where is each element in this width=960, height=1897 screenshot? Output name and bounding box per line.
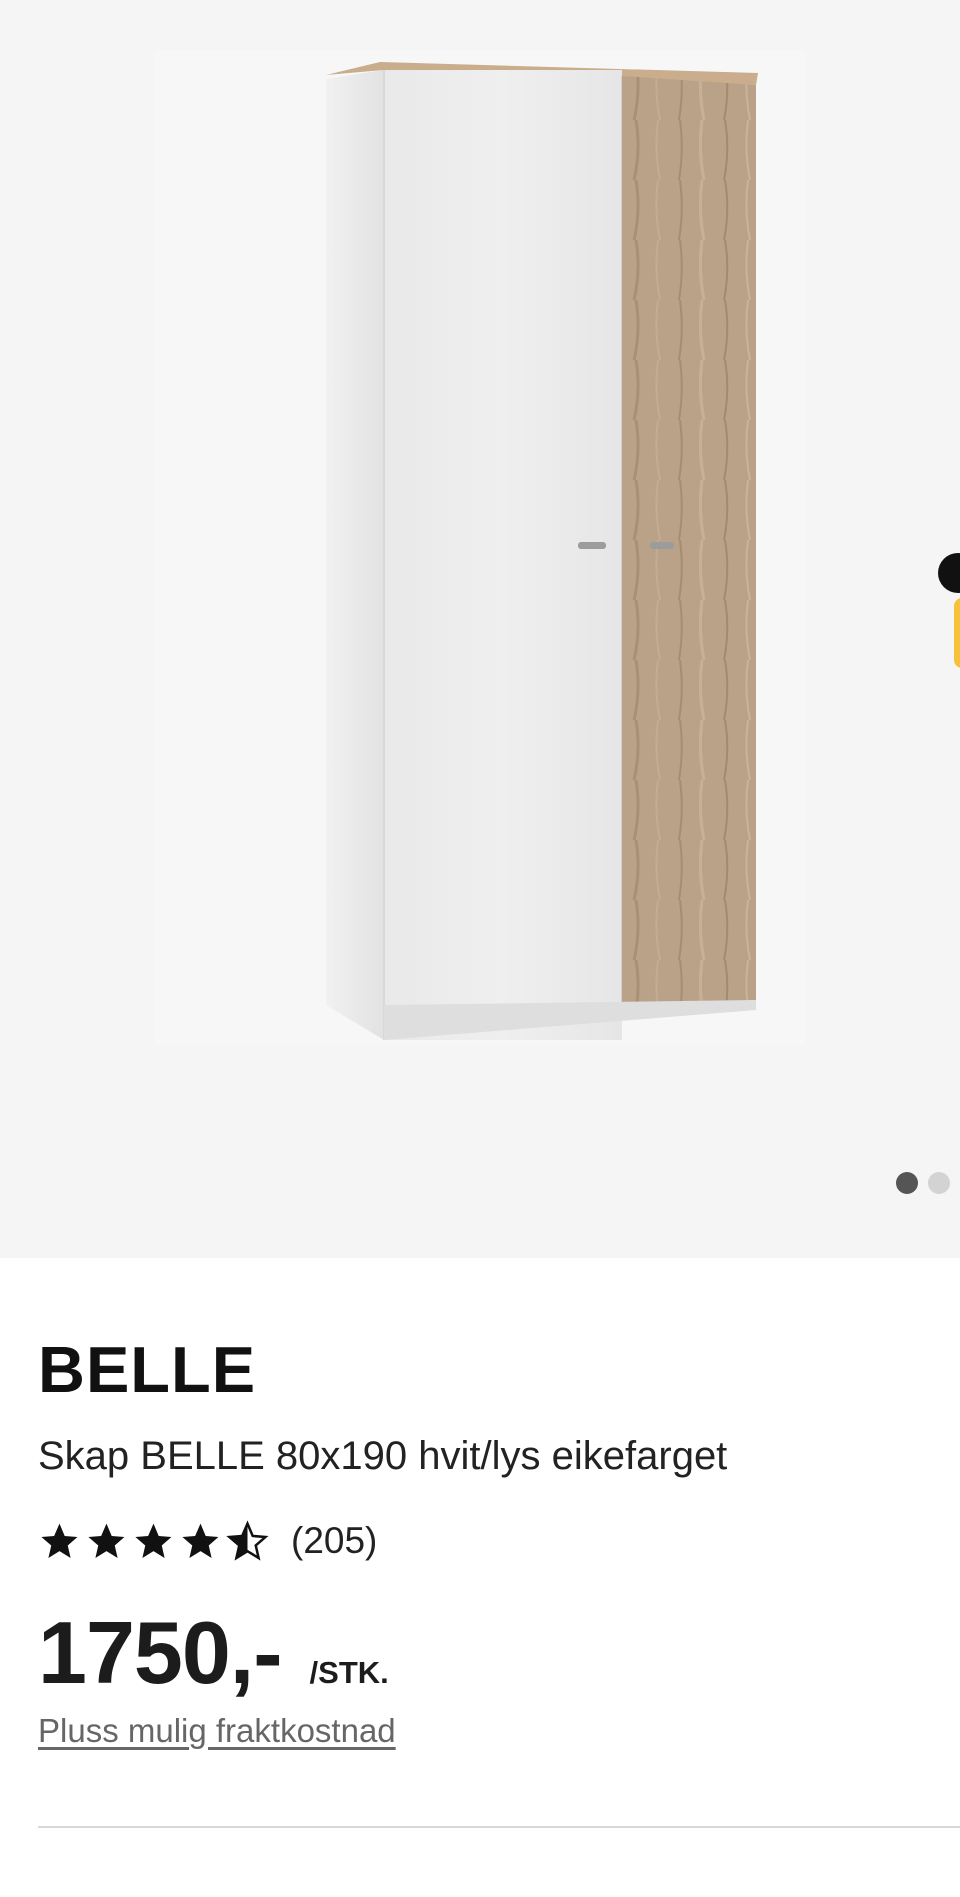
star-half-icon (226, 1519, 269, 1561)
rating-stars (38, 1519, 269, 1563)
product-image-gallery[interactable] (0, 0, 960, 1258)
product-image[interactable] (0, 0, 960, 1258)
product-price: 1750,- (38, 1603, 283, 1702)
product-rating[interactable]: (205) (38, 1516, 377, 1566)
star-full-icon (41, 1523, 78, 1558)
carousel-dot-active[interactable] (896, 1172, 918, 1194)
price-unit: /STK. (309, 1655, 389, 1690)
section-divider (38, 1826, 960, 1828)
product-brand: BELLE (38, 1333, 257, 1406)
product-title: Skap BELLE 80x190 hvit/lys eikefarget (38, 1434, 728, 1478)
review-count[interactable]: (205) (291, 1520, 377, 1562)
shipping-cost-link[interactable]: Pluss mulig fraktkostnad (38, 1712, 396, 1750)
next-image-peek[interactable] (954, 598, 960, 668)
carousel-pagination (896, 1172, 950, 1194)
star-full-icon (182, 1523, 219, 1558)
star-full-icon (88, 1523, 125, 1558)
price-row: 1750,- /STK. (38, 1603, 389, 1703)
star-full-icon (135, 1523, 172, 1558)
carousel-dot[interactable] (928, 1172, 950, 1194)
